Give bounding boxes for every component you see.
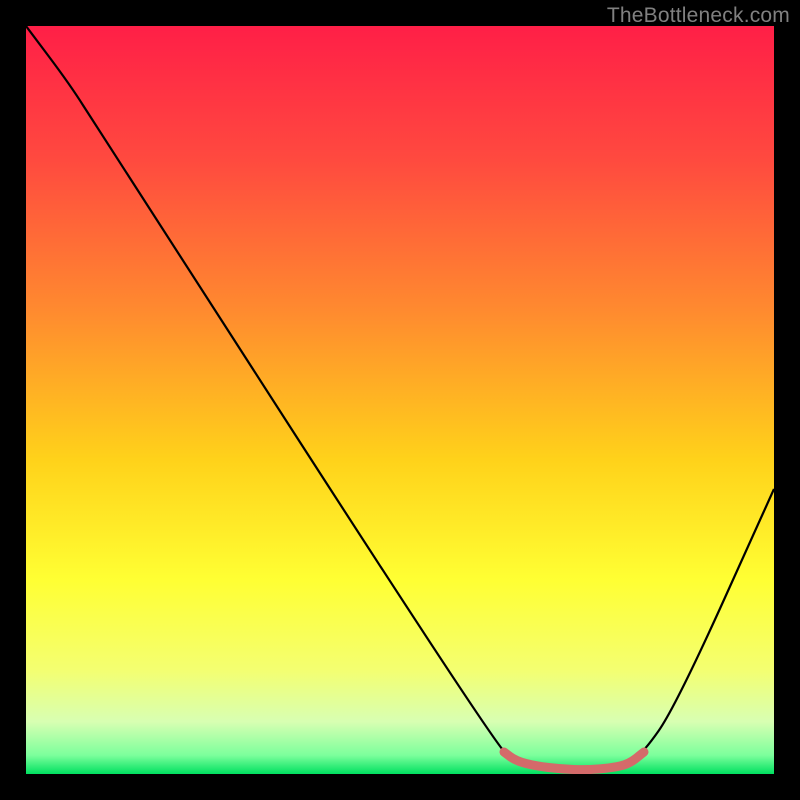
watermark-text: TheBottleneck.com: [607, 4, 790, 28]
chart-frame: [26, 26, 774, 774]
gradient-background: [26, 26, 774, 774]
bottleneck-chart: [26, 26, 774, 774]
